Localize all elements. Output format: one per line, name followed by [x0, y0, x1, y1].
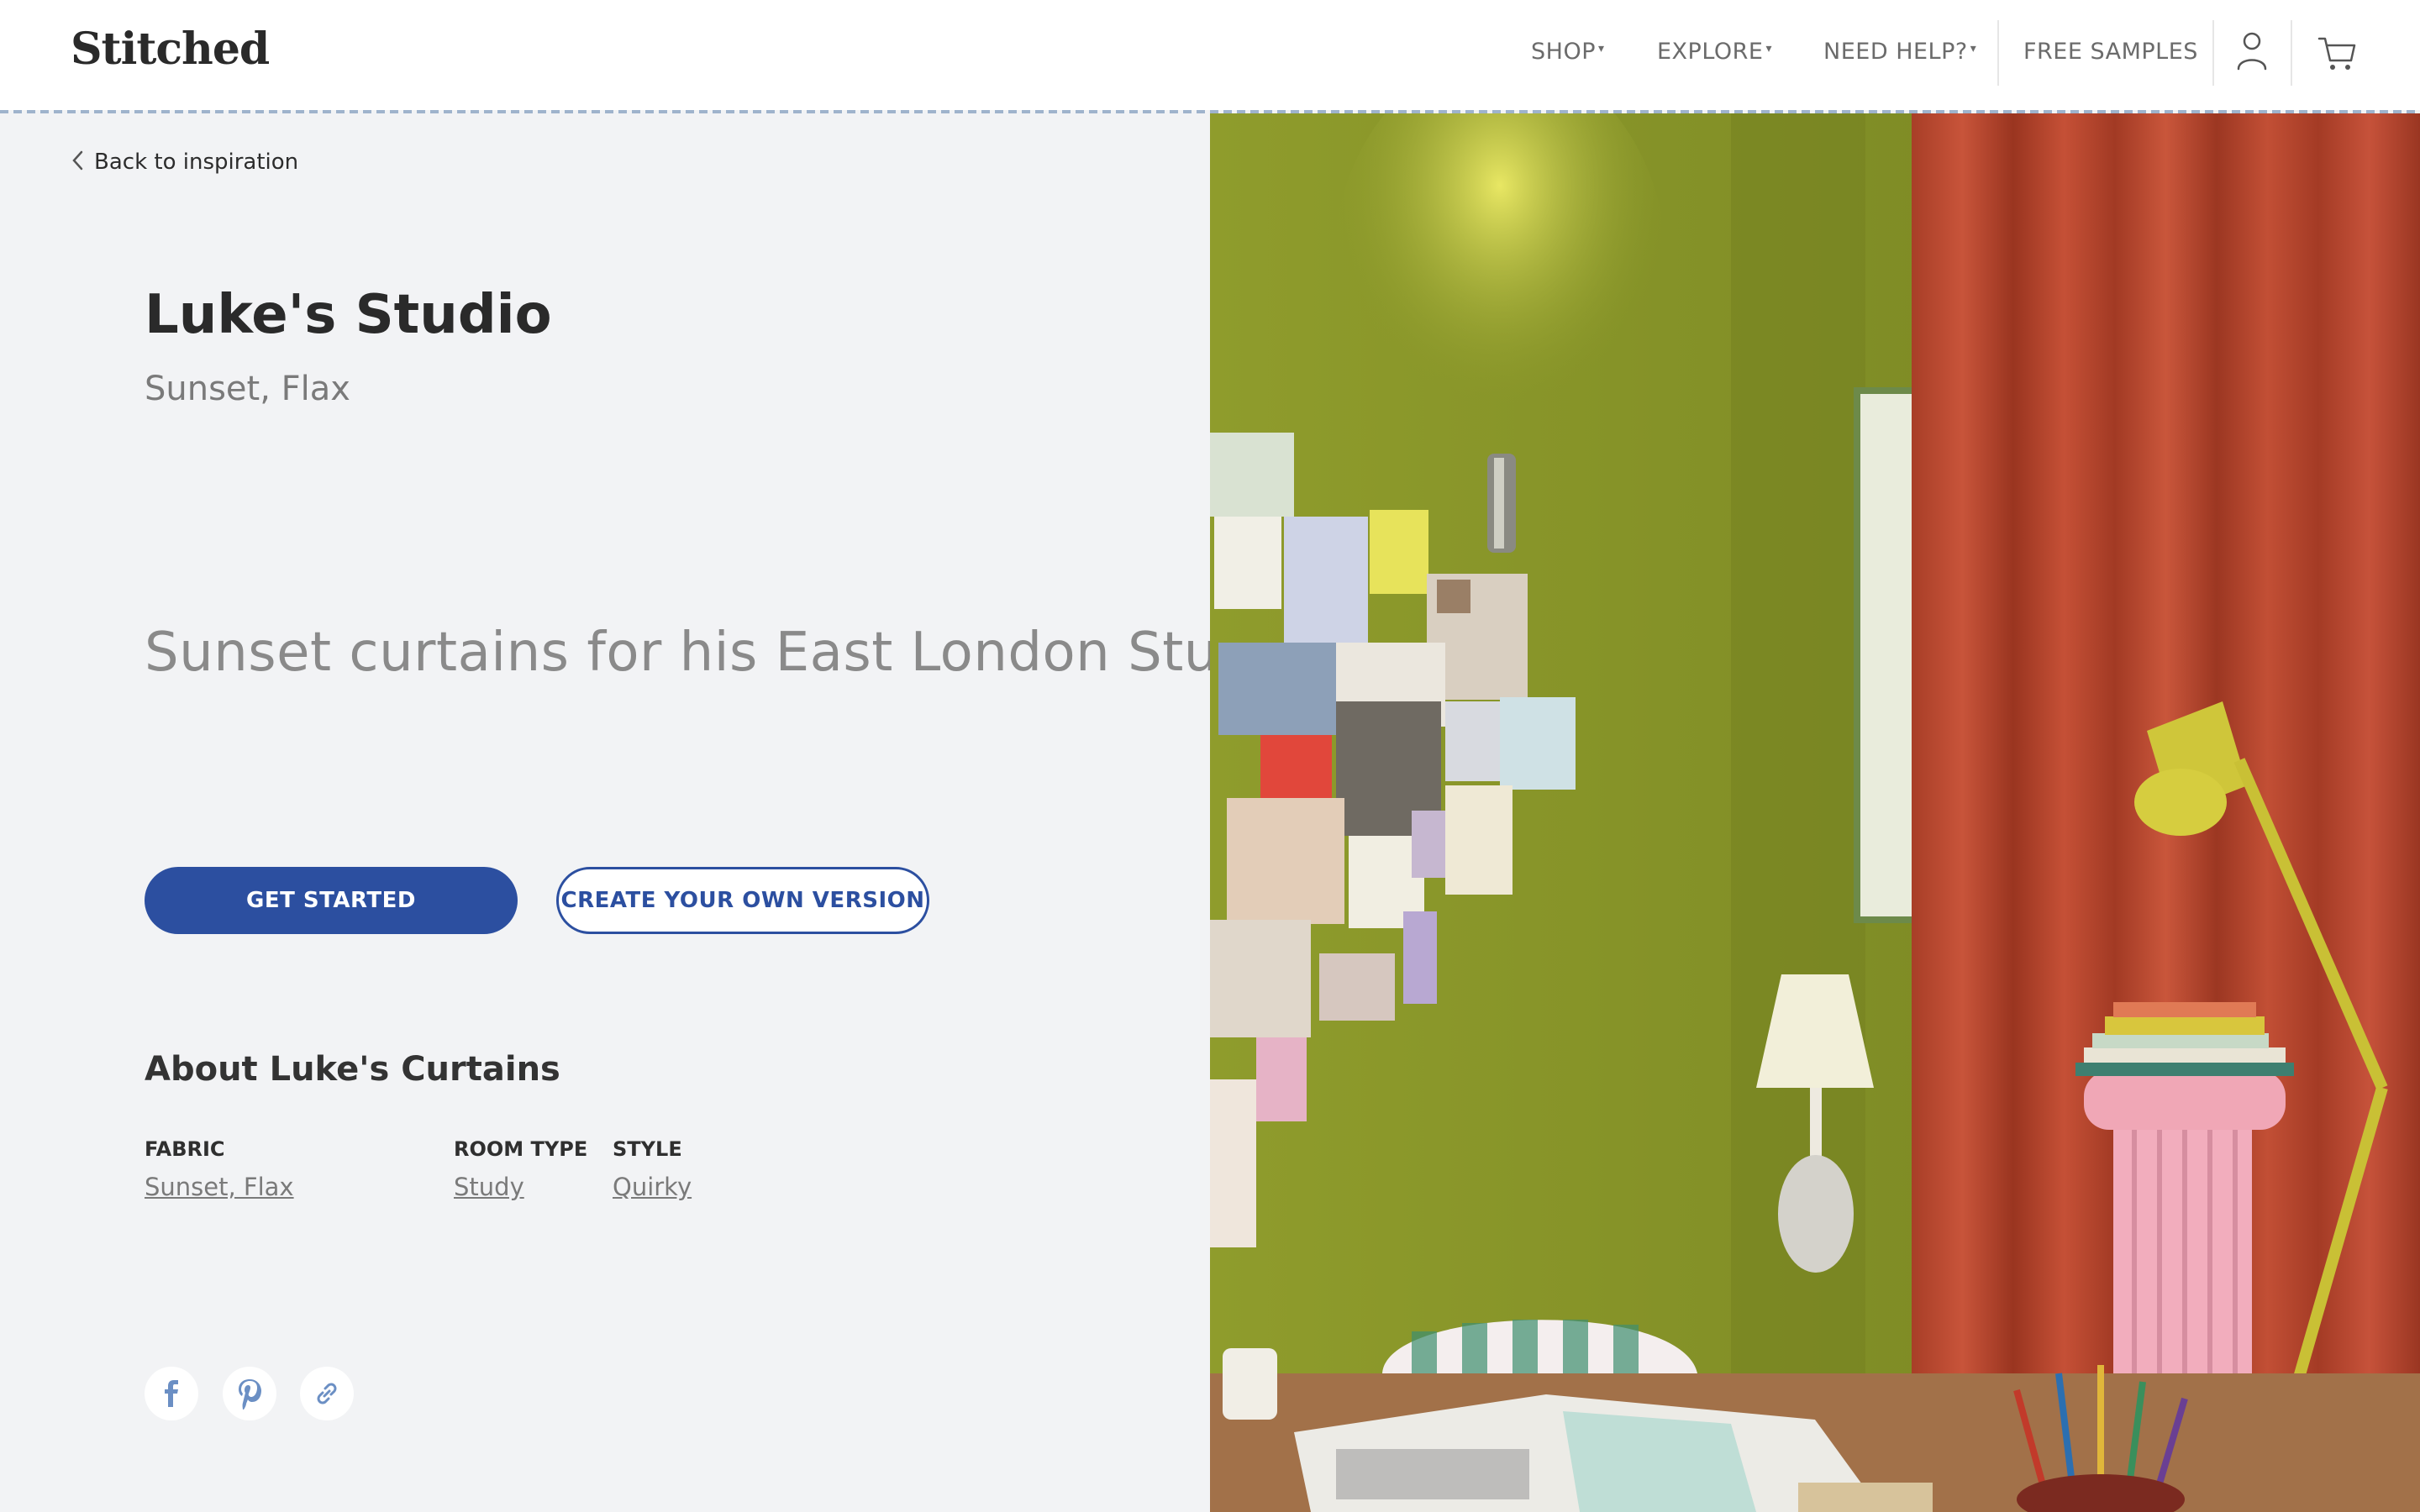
link-icon: [317, 1383, 337, 1404]
caret-down-icon: ▾: [1597, 42, 1605, 55]
caret-down-icon: ▾: [1765, 42, 1773, 55]
room-type-link[interactable]: Study: [454, 1173, 524, 1201]
create-own-version-button[interactable]: CREATE YOUR OWN VERSION: [556, 867, 929, 934]
nav-explore-label: EXPLORE: [1657, 39, 1764, 65]
caret-down-icon: ▾: [1970, 42, 1977, 55]
site-header: Stitched SHOP ▾ EXPLORE ▾ NEED HELP? ▾ FREE…: [0, 0, 2420, 110]
nav-shop[interactable]: SHOP ▾: [1531, 39, 1605, 65]
nav-shop-label: SHOP: [1531, 39, 1596, 65]
nav-free-samples[interactable]: FREE SAMPLES: [2023, 39, 2198, 65]
hero-room-image: [1210, 113, 2420, 1512]
back-to-inspiration-link[interactable]: Back to inspiration: [71, 150, 298, 175]
about-heading: About Luke's Curtains: [145, 1050, 560, 1089]
chevron-left-icon: [72, 150, 83, 171]
site-logo[interactable]: Stitched: [71, 24, 270, 75]
nav-divider: [2212, 20, 2214, 86]
copy-link-button[interactable]: [300, 1367, 354, 1420]
page-title: Luke's Studio: [145, 284, 552, 346]
nav-divider: [1997, 20, 1999, 86]
page-subtitle: Sunset, Flax: [145, 370, 350, 408]
back-link-label: Back to inspiration: [94, 150, 299, 175]
style-link[interactable]: Quirky: [613, 1173, 692, 1201]
nav-need-help[interactable]: NEED HELP? ▾: [1823, 39, 1976, 65]
pinterest-icon: [239, 1379, 261, 1410]
nav-need-help-label: NEED HELP?: [1823, 39, 1968, 65]
fabric-link[interactable]: Sunset, Flax: [145, 1173, 294, 1201]
pinterest-share-button[interactable]: [223, 1367, 276, 1420]
facebook-share-button[interactable]: [145, 1367, 198, 1420]
style-label: STYLE: [613, 1137, 682, 1161]
cart-icon[interactable]: [2316, 30, 2358, 74]
room-type-label: ROOM TYPE: [454, 1137, 588, 1161]
nav-divider: [2291, 20, 2292, 86]
nav-explore[interactable]: EXPLORE ▾: [1657, 39, 1772, 65]
facebook-icon: [165, 1380, 178, 1407]
get-started-button[interactable]: GET STARTED: [145, 867, 518, 934]
project-tagline: Sunset curtains for his East London Stud…: [145, 622, 1302, 684]
fabric-label: FABRIC: [145, 1137, 225, 1161]
account-icon[interactable]: [2232, 30, 2272, 74]
